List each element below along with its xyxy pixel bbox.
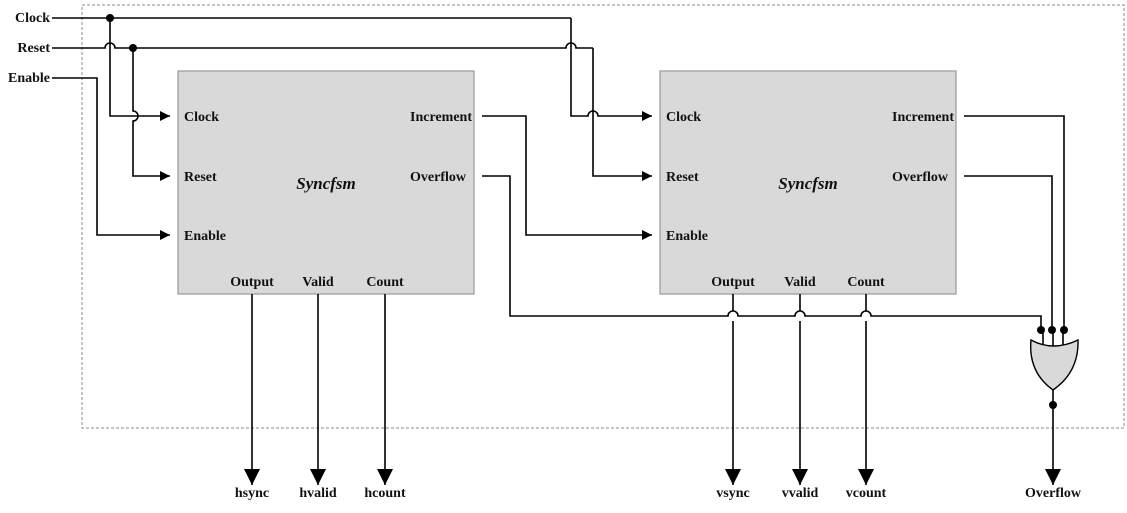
block1-port-reset: Reset [184, 170, 217, 185]
block2-port-clock: Clock [666, 110, 701, 125]
block1-port-increment: Increment [410, 110, 472, 125]
block2-port-increment: Increment [892, 110, 954, 125]
or-gate[interactable] [1029, 338, 1079, 391]
input-clock-label: Clock [15, 11, 50, 26]
wire-reset-block2 [592, 48, 652, 181]
block1-port-valid: Valid [302, 275, 334, 290]
schematic-canvas: Clock Reset Enable Clock Reset Enable In… [8, 4, 1125, 513]
gate-input-dot-3 [1060, 326, 1068, 334]
block1-port-enable: Enable [184, 229, 226, 244]
block2-port-output: Output [711, 275, 755, 290]
wire-enable-block1 [52, 77, 170, 240]
block2-port-reset: Reset [666, 170, 699, 185]
block2-port-overflow: Overflow [892, 170, 949, 185]
block1-port-clock: Clock [184, 110, 219, 125]
wire-overflow2-to-gate [964, 175, 1053, 330]
block2-title: Syncfsm [778, 174, 838, 193]
input-enable-label: Enable [8, 71, 50, 86]
wire-increment2-to-gate [964, 115, 1065, 330]
gate-input-dot-2 [1048, 326, 1056, 334]
block2-port-count: Count [847, 275, 885, 290]
block2-port-valid: Valid [784, 275, 816, 290]
gate-output-dot [1049, 401, 1057, 409]
block1-title: Syncfsm [296, 174, 356, 193]
wire-reset-block1 [132, 48, 170, 181]
output-hvalid-label: hvalid [299, 486, 337, 501]
wire-clock-block2 [570, 18, 652, 121]
input-reset-label: Reset [17, 41, 50, 56]
output-vsync-label: vsync [716, 486, 749, 501]
output-overflow-label: Overflow [1025, 486, 1082, 501]
wire-clock-block1 [109, 18, 170, 121]
block2-port-enable: Enable [666, 229, 708, 244]
block1-port-output: Output [230, 275, 274, 290]
block1-port-count: Count [366, 275, 404, 290]
output-hsync-label: hsync [235, 486, 269, 501]
output-vcount-label: vcount [846, 486, 887, 501]
output-vvalid-label: vvalid [782, 486, 819, 501]
block1-port-overflow: Overflow [410, 170, 467, 185]
output-hcount-label: hcount [364, 486, 406, 501]
